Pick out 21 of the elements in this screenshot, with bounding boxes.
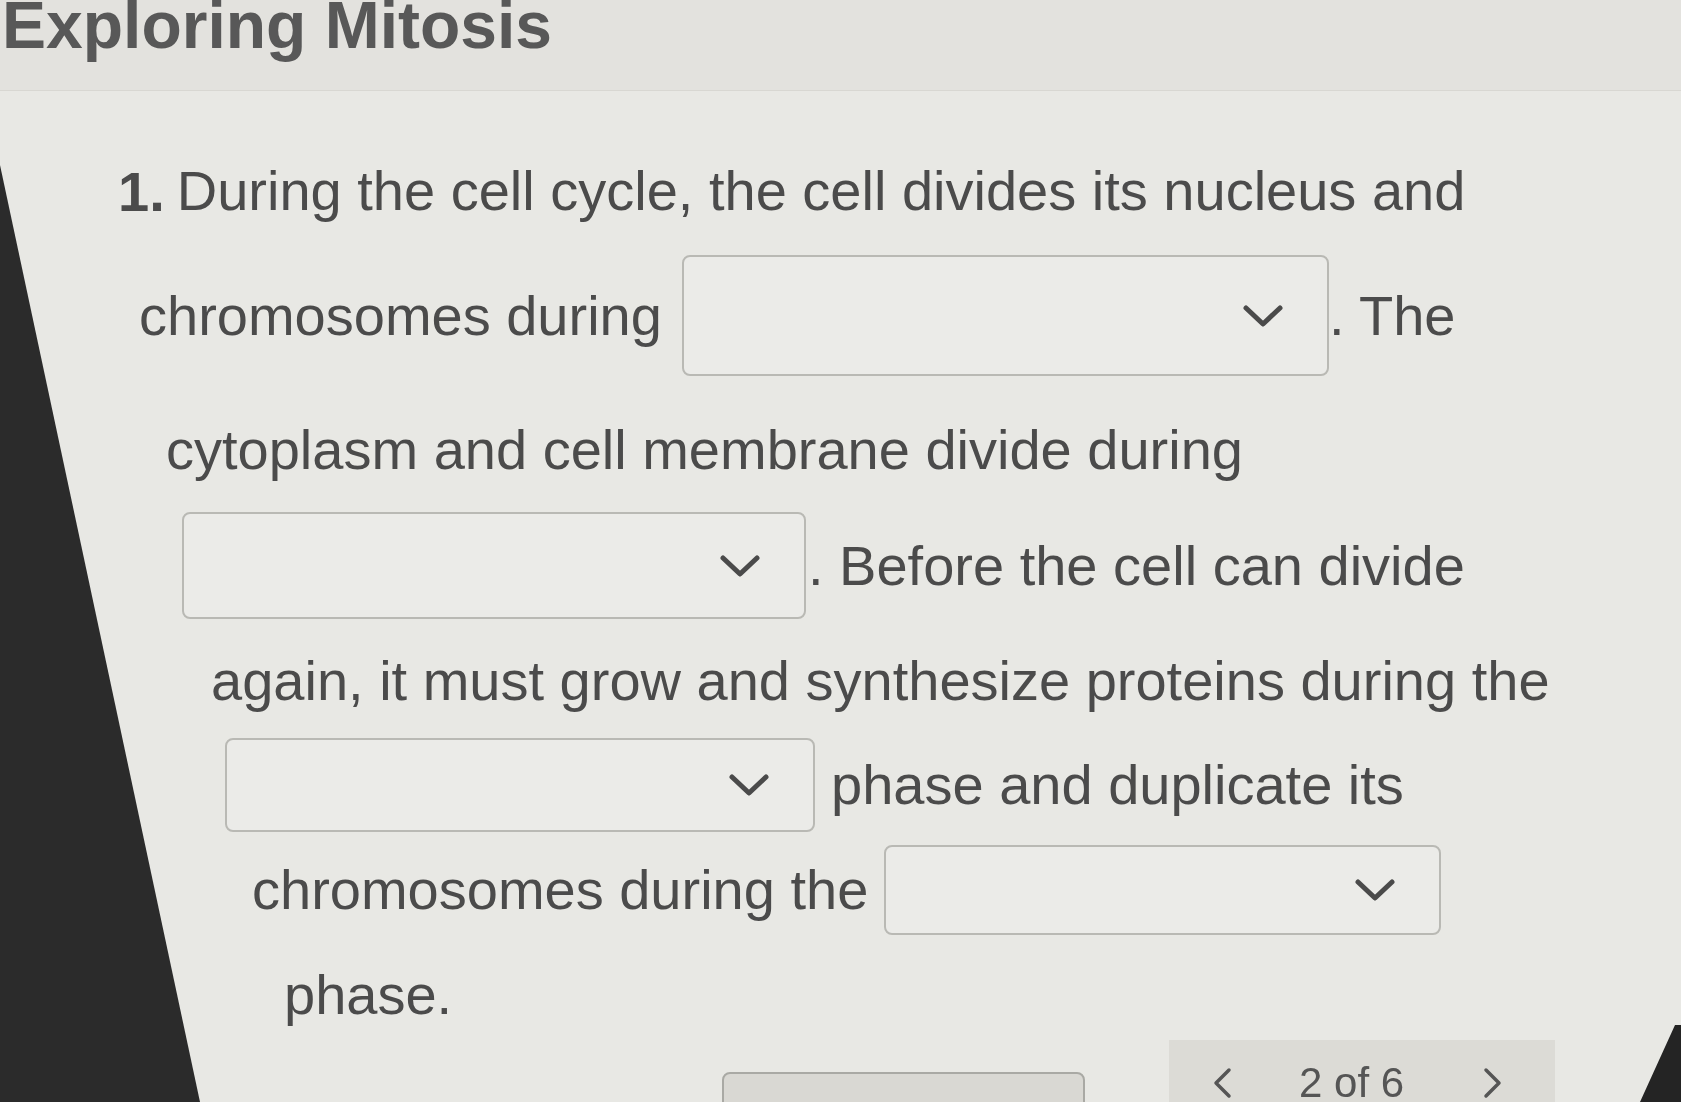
page-counter: 2 of 6 <box>1299 1064 1405 1102</box>
chevron-right-icon <box>1483 1067 1504 1099</box>
question-text: chromosomes during <box>139 282 662 349</box>
answer-dropdown[interactable] <box>884 845 1442 935</box>
answer-dropdown[interactable] <box>225 738 815 832</box>
question-text: again, it must grow and synthesize proteins during the <box>211 648 1550 715</box>
question-text: During the cell cycle, the cell divides its nucleus and <box>176 158 1466 225</box>
answer-dropdown[interactable] <box>681 255 1329 376</box>
question-text: phase. <box>284 962 453 1029</box>
question-number: 1. <box>118 158 165 224</box>
chevron-down-icon <box>720 554 760 577</box>
question-text: . The <box>1328 282 1456 349</box>
question-text: phase and duplicate its <box>831 752 1404 819</box>
question-text: chromosomes during the <box>252 857 869 924</box>
answer-dropdown[interactable] <box>182 512 806 619</box>
question-text: cytoplasm and cell membrane divide during <box>166 417 1243 484</box>
chevron-down-icon <box>1355 879 1396 901</box>
chevron-left-icon <box>1212 1067 1232 1099</box>
chevron-down-icon <box>1242 304 1283 327</box>
question-text: . Before the cell can divide <box>808 532 1465 599</box>
chevron-down-icon <box>729 774 769 796</box>
